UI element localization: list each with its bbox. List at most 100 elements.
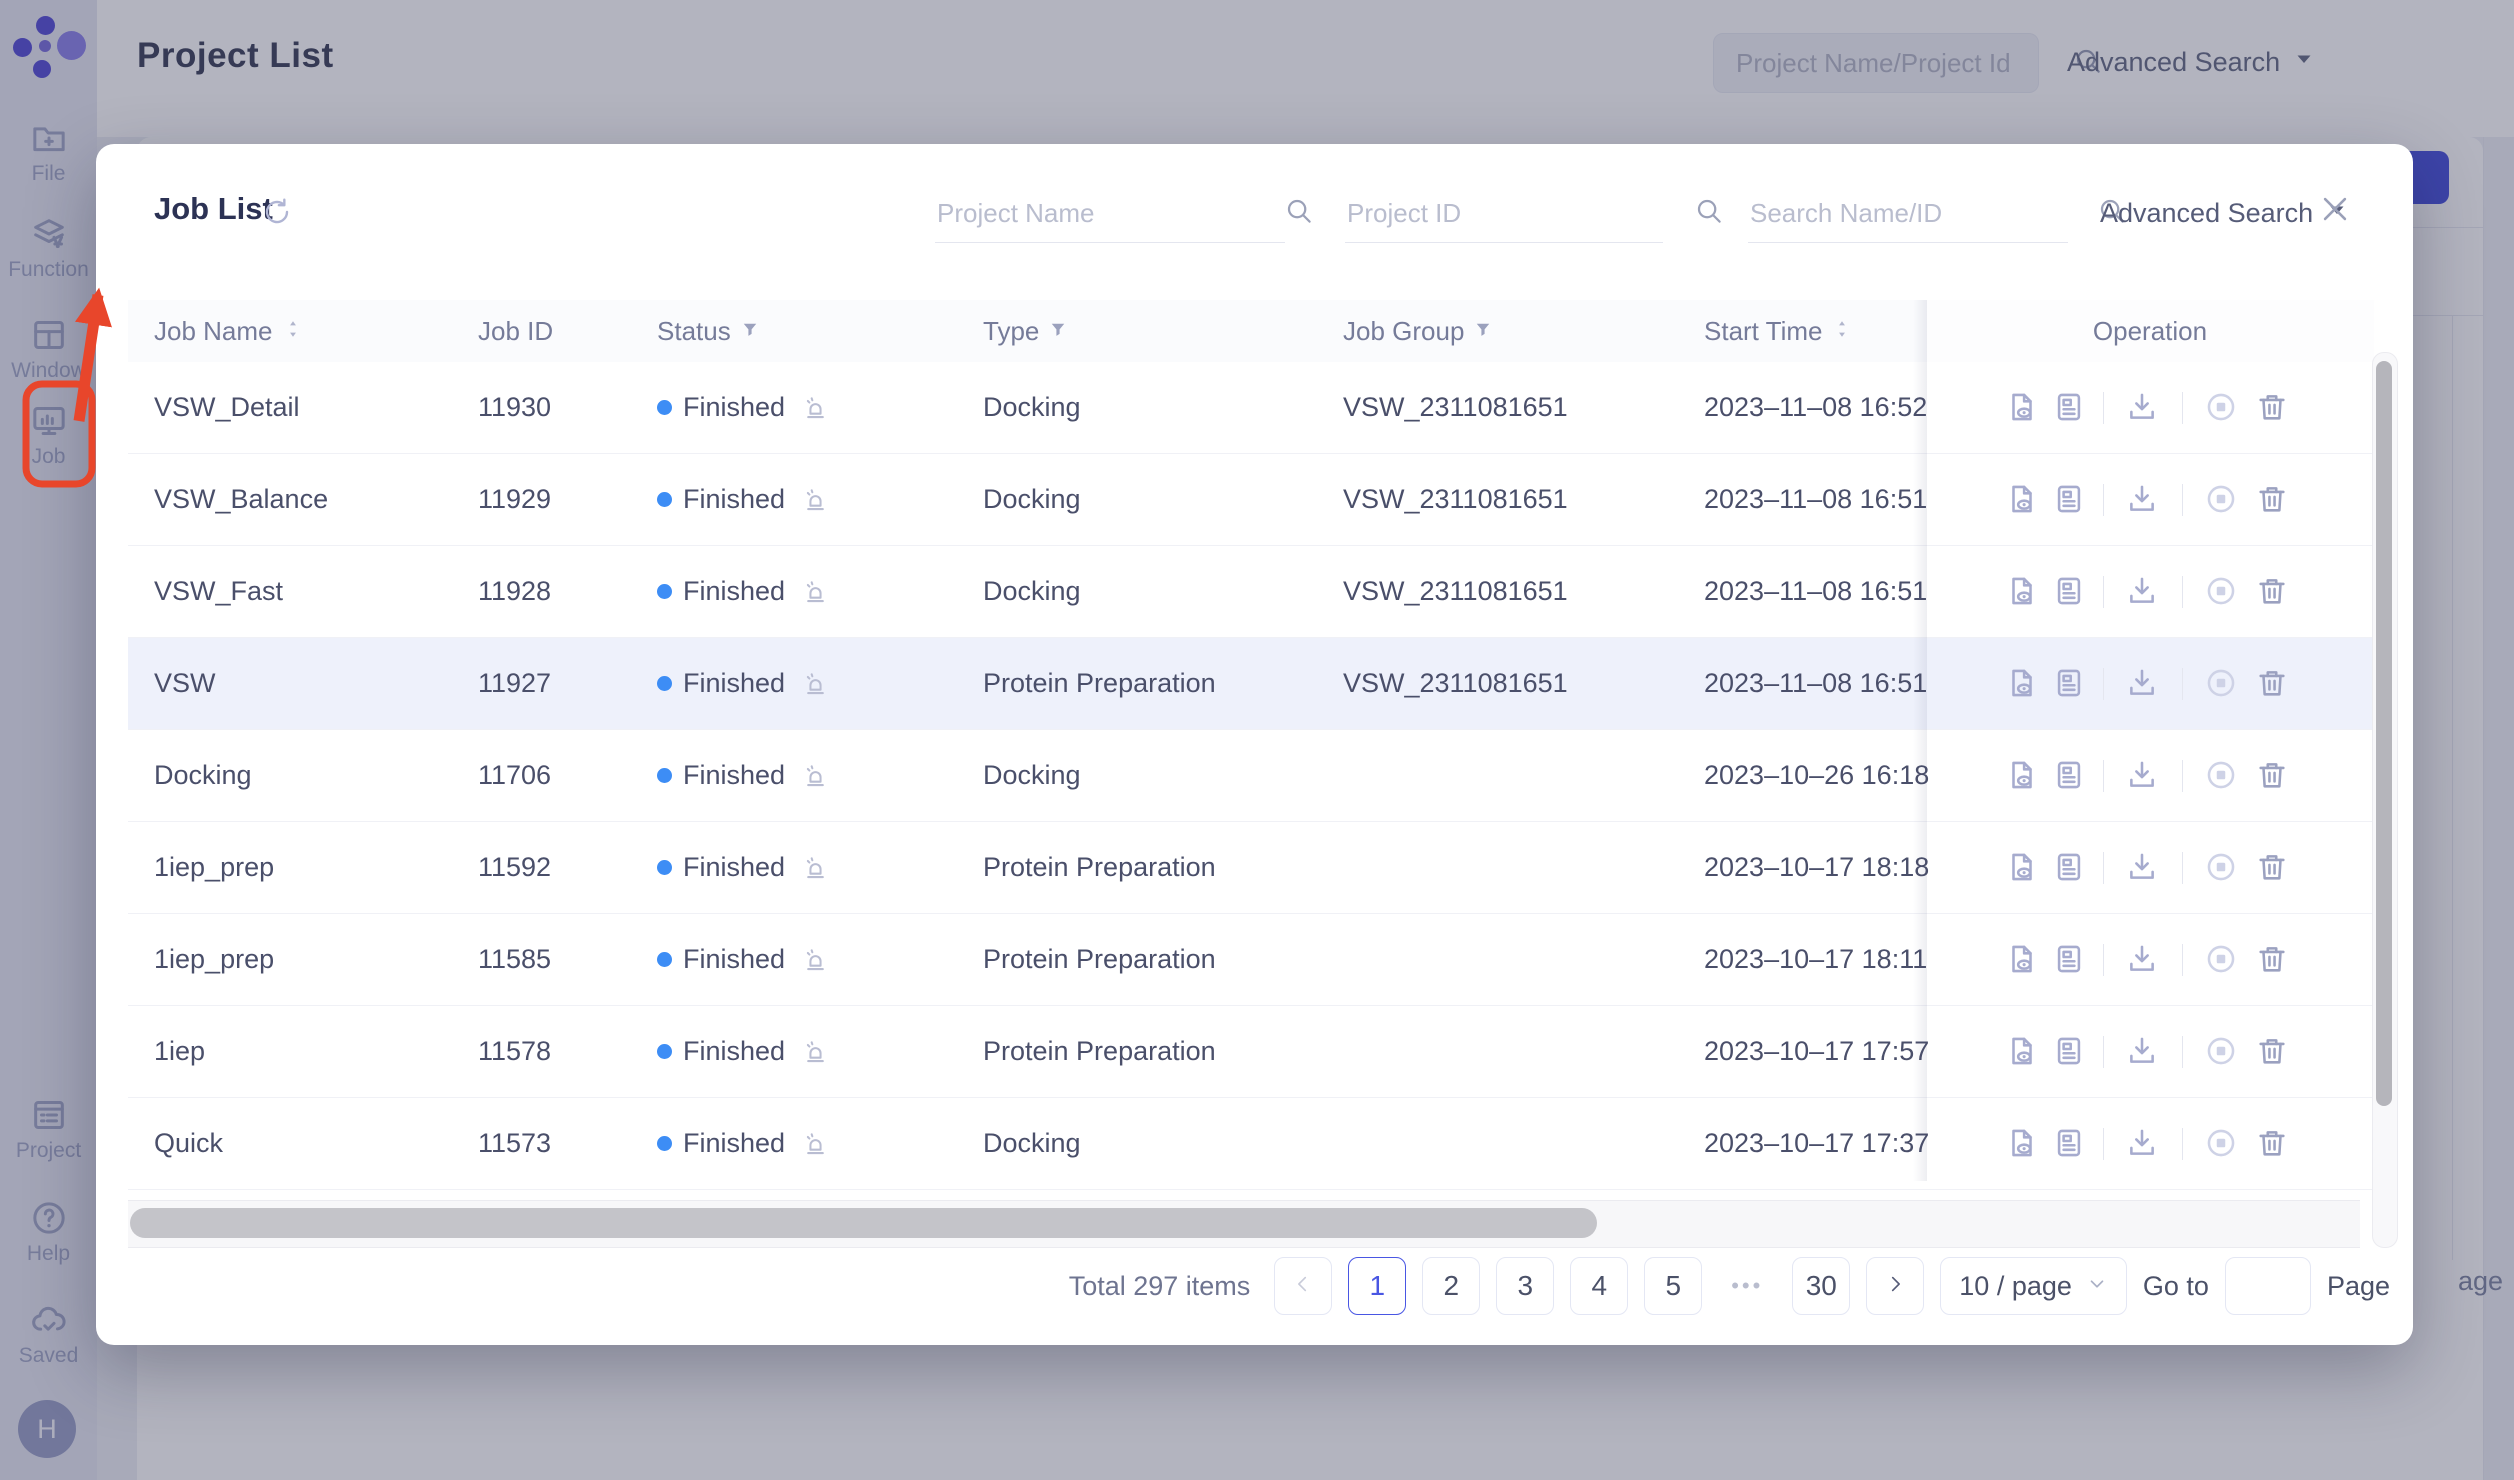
table-row[interactable]: VSW11927FinishedProtein PreparationVSW_2… [128, 638, 2374, 730]
horizontal-scrollbar[interactable] [128, 1200, 2360, 1248]
job-table: Job NameJob IDStatusTypeJob GroupStart T… [128, 300, 2374, 1181]
download-icon[interactable] [2125, 1034, 2161, 1070]
column-header-type[interactable]: Type [983, 300, 1068, 362]
view-result-icon[interactable] [2005, 574, 2041, 610]
download-icon[interactable] [2125, 942, 2161, 978]
log-icon[interactable] [2052, 942, 2088, 978]
pagination-page-5[interactable]: 5 [1644, 1257, 1702, 1315]
view-result-icon[interactable] [2005, 1034, 2041, 1070]
table-row[interactable]: Quick11573FinishedDocking2023–10–17 17:3… [128, 1098, 2374, 1190]
vertical-scrollbar[interactable] [2372, 352, 2398, 1248]
cell-start-time: 2023–10–17 18:18 [1704, 822, 1929, 913]
column-header-job-name[interactable]: Job Name [154, 300, 304, 362]
delete-icon[interactable] [2255, 666, 2291, 702]
alarm-icon[interactable] [802, 762, 829, 789]
column-header-label: Operation [2093, 316, 2207, 347]
sorter-icon[interactable] [282, 316, 304, 347]
column-header-status[interactable]: Status [657, 300, 760, 362]
alarm-icon[interactable] [802, 1038, 829, 1065]
modal-advanced-search[interactable]: Advanced Search [2100, 184, 2349, 242]
delete-icon[interactable] [2255, 1126, 2291, 1162]
project-name-input[interactable] [935, 197, 1274, 230]
search-icon[interactable] [1694, 196, 1724, 231]
status-text: Finished [683, 1128, 785, 1159]
search-name-input[interactable] [1748, 197, 2087, 230]
pagination-page-2[interactable]: 2 [1422, 1257, 1480, 1315]
goto-page-input[interactable] [2225, 1257, 2311, 1315]
download-icon[interactable] [2125, 1126, 2161, 1162]
column-header-job-group[interactable]: Job Group [1343, 300, 1493, 362]
vertical-scrollbar-thumb[interactable] [2376, 361, 2392, 1106]
project-id-filter[interactable] [1345, 184, 1663, 243]
view-result-icon[interactable] [2005, 850, 2041, 886]
funnel-icon[interactable] [740, 316, 760, 347]
delete-icon[interactable] [2255, 942, 2291, 978]
operation-divider [2103, 944, 2104, 976]
download-icon[interactable] [2125, 390, 2161, 426]
table-row[interactable]: Docking11706FinishedDocking2023–10–26 16… [128, 730, 2374, 822]
download-icon[interactable] [2125, 758, 2161, 794]
horizontal-scrollbar-thumb[interactable] [130, 1208, 1597, 1238]
funnel-icon[interactable] [1048, 316, 1068, 347]
log-icon[interactable] [2052, 1126, 2088, 1162]
delete-icon[interactable] [2255, 482, 2291, 518]
view-result-icon[interactable] [2005, 758, 2041, 794]
download-icon[interactable] [2125, 666, 2161, 702]
alarm-icon[interactable] [802, 1130, 829, 1157]
view-result-icon[interactable] [2005, 482, 2041, 518]
close-icon[interactable] [2318, 192, 2358, 232]
table-row[interactable]: 1iep_prep11585FinishedProtein Preparatio… [128, 914, 2374, 1006]
table-row[interactable]: VSW_Balance11929FinishedDockingVSW_23110… [128, 454, 2374, 546]
log-icon[interactable] [2052, 758, 2088, 794]
download-icon[interactable] [2125, 574, 2161, 610]
alarm-icon[interactable] [802, 486, 829, 513]
pagination-prev-button[interactable] [1274, 1257, 1332, 1315]
delete-icon[interactable] [2255, 390, 2291, 426]
table-row[interactable]: VSW_Detail11930FinishedDockingVSW_231108… [128, 362, 2374, 454]
search-name-filter[interactable] [1748, 184, 2068, 243]
log-icon[interactable] [2052, 1034, 2088, 1070]
table-row[interactable]: 1iep_prep11592FinishedProtein Preparatio… [128, 822, 2374, 914]
alarm-icon[interactable] [802, 578, 829, 605]
alarm-icon[interactable] [802, 946, 829, 973]
page-size-select[interactable]: 10 / page [1940, 1257, 2127, 1315]
project-id-input[interactable] [1345, 197, 1684, 230]
pagination-ellipsis[interactable]: ••• [1718, 1273, 1776, 1299]
delete-icon[interactable] [2255, 850, 2291, 886]
pagination-page-3[interactable]: 3 [1496, 1257, 1554, 1315]
log-icon[interactable] [2052, 666, 2088, 702]
delete-icon[interactable] [2255, 758, 2291, 794]
cell-job-group: VSW_2311081651 [1343, 638, 1568, 729]
view-result-icon[interactable] [2005, 390, 2041, 426]
log-icon[interactable] [2052, 850, 2088, 886]
delete-icon[interactable] [2255, 1034, 2291, 1070]
download-icon[interactable] [2125, 850, 2161, 886]
alarm-icon[interactable] [802, 394, 829, 421]
view-result-icon[interactable] [2005, 1126, 2041, 1162]
log-icon[interactable] [2052, 390, 2088, 426]
cell-type: Protein Preparation [983, 822, 1216, 913]
column-header-start-time[interactable]: Start Time [1704, 300, 1853, 362]
refresh-icon[interactable] [261, 196, 293, 228]
job-list-modal: Job List Advanced Search Job NameJob IDS… [96, 144, 2413, 1345]
pagination-next-button[interactable] [1866, 1257, 1924, 1315]
log-icon[interactable] [2052, 574, 2088, 610]
pagination-page-4[interactable]: 4 [1570, 1257, 1628, 1315]
project-name-filter[interactable] [935, 184, 1285, 243]
sorter-icon[interactable] [1831, 316, 1853, 347]
operation-divider [2103, 1036, 2104, 1068]
table-row[interactable]: VSW_Fast11928FinishedDockingVSW_23110816… [128, 546, 2374, 638]
download-icon[interactable] [2125, 482, 2161, 518]
view-result-icon[interactable] [2005, 942, 2041, 978]
alarm-icon[interactable] [802, 854, 829, 881]
funnel-icon[interactable] [1473, 316, 1493, 347]
delete-icon[interactable] [2255, 574, 2291, 610]
table-row[interactable]: 1iep11578FinishedProtein Preparation2023… [128, 1006, 2374, 1098]
pagination-page-30[interactable]: 30 [1792, 1257, 1850, 1315]
view-result-icon[interactable] [2005, 666, 2041, 702]
search-icon[interactable] [1284, 196, 1314, 231]
alarm-icon[interactable] [802, 670, 829, 697]
log-icon[interactable] [2052, 482, 2088, 518]
pagination-page-1[interactable]: 1 [1348, 1257, 1406, 1315]
cell-status: Finished [657, 730, 829, 821]
